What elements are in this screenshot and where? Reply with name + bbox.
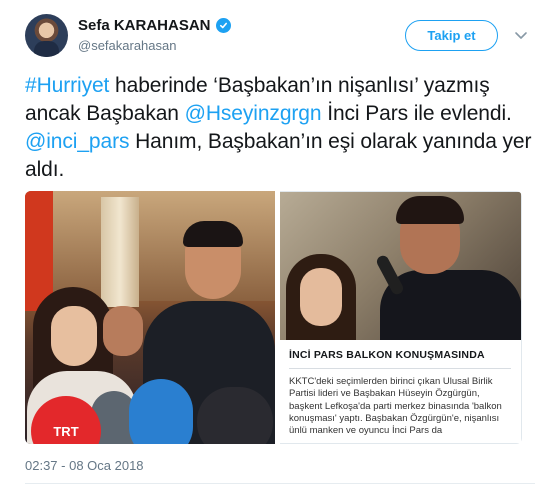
photo-pillar <box>101 197 139 307</box>
mention-link[interactable]: @Hseyinzgrgn <box>185 102 322 125</box>
tweet-text: #Hurriyet haberinde ‘Başbakan’ın nişanlı… <box>25 72 535 184</box>
divider <box>25 483 535 484</box>
photo-balcony-speech <box>280 192 521 340</box>
photo-person-man-body <box>380 270 521 340</box>
author-name-row[interactable]: Sefa KARAHASAN <box>78 17 231 34</box>
follow-button[interactable]: Takip et <box>405 20 498 51</box>
news-caption-title: İNCİ PARS BALKON KONUŞMASINDA <box>289 349 485 361</box>
tweet-text-segment: İnci Pars ile evlendi. <box>321 102 512 125</box>
photo-person-man-hair <box>183 221 243 247</box>
timestamp[interactable]: 02:37 - 08 Oca 2018 <box>25 458 144 473</box>
photo-flag <box>25 191 53 311</box>
avatar[interactable] <box>25 14 68 57</box>
news-caption-body: KKTC'deki seçimlerden birinci çıkan Ulus… <box>289 376 502 437</box>
photo-press-crowd[interactable]: TRT <box>25 191 275 444</box>
chevron-down-icon[interactable] <box>514 28 528 42</box>
photo-person-bystander <box>103 306 143 356</box>
divider <box>289 368 511 369</box>
microphone <box>129 379 193 444</box>
media-gallery[interactable]: TRT İNCİ PARS BALKON KONUŞMASINDA KKTC'd… <box>25 191 522 444</box>
mention-link[interactable]: @inci_pars <box>25 130 129 153</box>
news-clipping[interactable]: İNCİ PARS BALKON KONUŞMASINDA KKTC'deki … <box>280 191 522 444</box>
handle[interactable]: @sefakarahasan <box>78 38 176 53</box>
microphone <box>197 387 273 444</box>
photo-person-man-hair <box>396 196 464 224</box>
hashtag-link[interactable]: #Hurriyet <box>25 74 109 97</box>
photo-person-woman-face <box>300 268 342 326</box>
photo-person-woman-face <box>51 306 97 366</box>
verified-badge-icon <box>215 18 231 33</box>
display-name[interactable]: Sefa KARAHASAN <box>78 17 211 34</box>
